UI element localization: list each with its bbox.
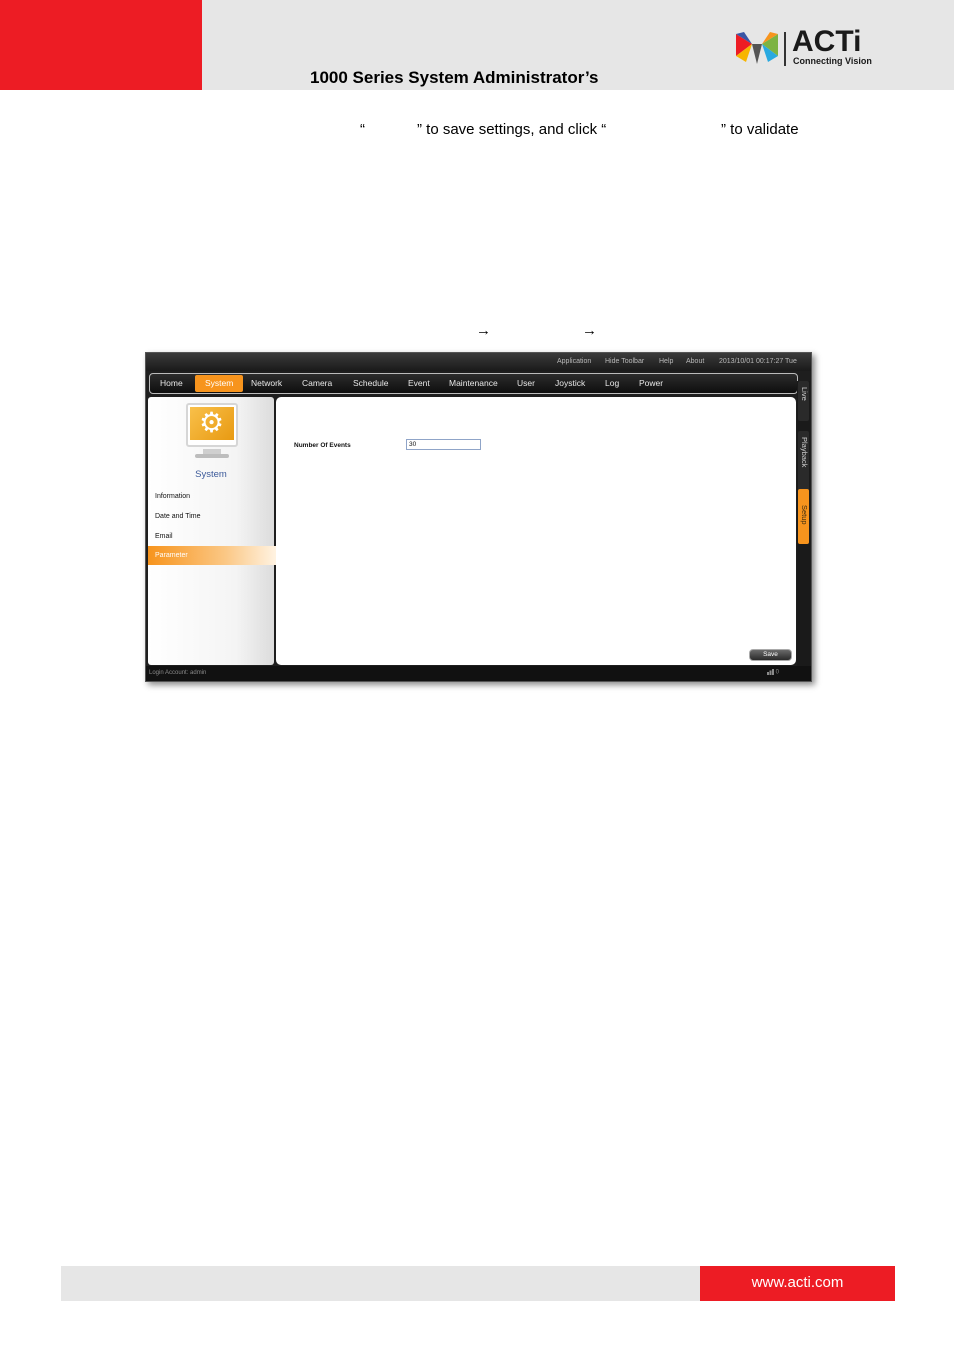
arrow-right-icon: → <box>582 322 597 339</box>
sidebar-item-email[interactable]: Email <box>155 533 173 540</box>
footer-grey-band <box>61 1266 700 1301</box>
logo-divider <box>784 32 786 66</box>
toolbar-hide-toolbar-link[interactable]: Hide Toolbar <box>605 358 644 365</box>
sidebar-item-information[interactable]: Information <box>155 493 190 500</box>
menu-event[interactable]: Event <box>408 378 430 388</box>
logo-wordmark: ACTi <box>792 25 862 58</box>
menu-maintenance[interactable]: Maintenance <box>449 378 498 388</box>
tab-live-label: Live <box>800 387 809 401</box>
logo-tagline: Connecting Vision <box>793 56 872 66</box>
tab-setup-label: Setup <box>800 505 809 525</box>
monitor-icon: ⚙ <box>186 403 238 447</box>
network-icon <box>767 669 774 675</box>
menu-power[interactable]: Power <box>639 378 663 388</box>
menu-system[interactable]: System <box>205 378 233 388</box>
sidebar-item-parameter[interactable]: Parameter <box>155 552 188 559</box>
sidebar-section-title: System <box>195 469 227 480</box>
toolbar-clock: 2013/10/01 00:17:27 Tue <box>719 358 797 365</box>
menu-schedule[interactable]: Schedule <box>353 378 388 388</box>
arrow-right-icon: → <box>476 322 491 339</box>
save-button[interactable]: Save <box>749 649 792 661</box>
menu-user[interactable]: User <box>517 378 535 388</box>
number-of-events-label: Number Of Events <box>294 442 351 449</box>
status-bar: Login Account: admin 0 <box>146 666 811 681</box>
butterfly-logo-icon <box>736 32 778 64</box>
menu-joystick[interactable]: Joystick <box>555 378 585 388</box>
side-tab-strip: Live Playback Setup <box>797 381 810 666</box>
text-open-quote: “ <box>360 121 365 138</box>
page-title: 1000 Series System Administrator’s <box>310 68 599 87</box>
menu-log[interactable]: Log <box>605 378 619 388</box>
gear-icon: ⚙ <box>199 407 225 438</box>
parameter-panel: Number Of Events Save <box>276 397 796 665</box>
menu-home[interactable]: Home <box>160 378 183 388</box>
login-account-status: Login Account: admin <box>149 670 207 676</box>
menu-camera[interactable]: Camera <box>302 378 332 388</box>
tab-playback-label: Playback <box>800 437 809 468</box>
toolbar-help-link[interactable]: Help <box>659 358 673 365</box>
main-menu-bar: Home System Network Camera Schedule Even… <box>149 373 798 394</box>
connection-count: 0 <box>767 669 779 676</box>
toolbar-about-link[interactable]: About <box>686 358 704 365</box>
text-save-settings: ” to save settings, and click “ <box>417 121 607 138</box>
text-to-validate: ” to validate <box>721 121 799 138</box>
nvr-setup-screenshot: Application Hide Toolbar Help About 2013… <box>145 352 812 682</box>
acti-logo: ACTi Connecting Vision <box>734 25 874 68</box>
connection-count-value: 0 <box>775 669 780 676</box>
toolbar-application-link[interactable]: Application <box>557 358 591 365</box>
header-red-block <box>0 0 202 90</box>
number-of-events-input[interactable] <box>406 439 481 450</box>
setup-sidebar: ⚙ System Information Date and Time Email… <box>148 397 276 665</box>
sidebar-item-date-and-time[interactable]: Date and Time <box>155 513 201 520</box>
footer-url[interactable]: www.acti.com <box>700 1274 895 1291</box>
top-toolbar: Application Hide Toolbar Help About 2013… <box>146 353 811 371</box>
menu-network[interactable]: Network <box>251 378 282 388</box>
